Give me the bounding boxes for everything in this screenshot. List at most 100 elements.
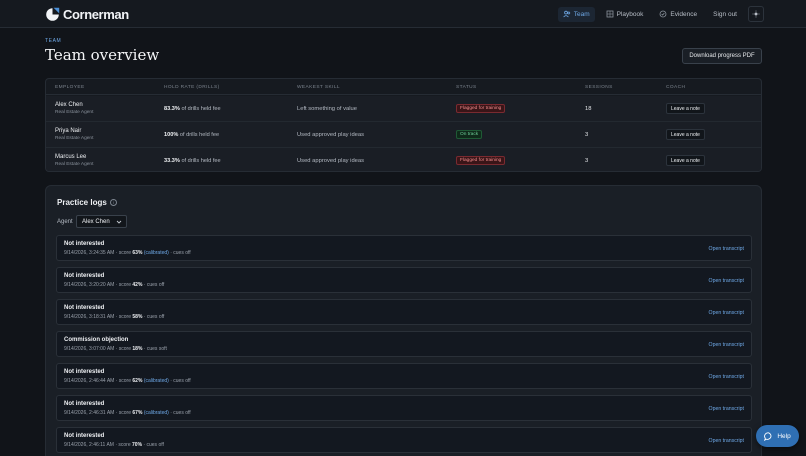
nav-playbook[interactable]: Playbook — [601, 7, 649, 22]
practice-log-timestamp: 9/14/2026, 3:07:00 AM — [64, 346, 115, 352]
practice-log-meta: 9/14/2026, 2:46:44 AM · score 62% (calib… — [64, 378, 191, 384]
open-transcript-link[interactable]: Open transcript — [709, 438, 744, 444]
practice-log-title: Not interested — [64, 401, 105, 407]
practice-log-timestamp: 9/14/2026, 2:46:44 AM — [64, 378, 115, 384]
table-header: EMPLOYEE HOLD RATE (DRILLS) WEAKEST SKIL… — [46, 79, 761, 95]
hold-rate-suffix: of drills held fee — [181, 106, 221, 112]
hold-rate: 100% of drills held fee — [164, 132, 219, 138]
download-progress-pdf-button[interactable]: Download progress PDF — [682, 48, 762, 64]
nav-team[interactable]: Team — [557, 6, 595, 22]
open-transcript-link[interactable]: Open transcript — [709, 406, 744, 412]
practice-log-item: Not interested 9/14/2026, 2:46:31 AM · sc… — [56, 395, 752, 421]
practice-log-cues: cues off — [173, 378, 191, 384]
practice-log-score: 63% — [132, 250, 143, 256]
sign-out-label: Sign out — [713, 10, 737, 18]
score-prefix: score — [118, 250, 132, 256]
open-transcript-link[interactable]: Open transcript — [709, 342, 744, 348]
employee-name: Marcus Lee — [55, 154, 87, 160]
open-transcript-link[interactable]: Open transcript — [709, 310, 744, 316]
weakest-skill: Left something of value — [297, 106, 357, 112]
column-header-hold-rate: HOLD RATE (DRILLS) — [164, 85, 220, 90]
team-icon — [563, 10, 570, 18]
practice-log-title: Not interested — [64, 273, 105, 279]
practice-log-item: Not interested 9/14/2026, 2:46:44 AM · sc… — [56, 363, 752, 389]
practice-log-title: Not interested — [64, 369, 105, 375]
team-table: EMPLOYEE HOLD RATE (DRILLS) WEAKEST SKIL… — [45, 78, 762, 172]
practice-log-score: 58% — [132, 314, 143, 320]
hold-rate-value: 33.3% — [164, 158, 180, 164]
open-transcript-link[interactable]: Open transcript — [709, 246, 744, 252]
practice-log-meta: 9/14/2026, 3:18:31 AM · score 58% · cues… — [64, 314, 165, 320]
practice-log-cues: cues off — [146, 442, 164, 448]
theme-toggle-button[interactable] — [748, 6, 764, 22]
status-badge: Flagged for training — [456, 156, 506, 165]
nav-evidence[interactable]: Evidence — [654, 7, 702, 22]
employee-role: Real Estate Agent — [55, 110, 94, 115]
score-prefix: score — [118, 314, 132, 320]
score-prefix: score — [118, 346, 132, 352]
practice-log-item: Not interested 9/14/2026, 2:46:11 AM · sc… — [56, 427, 752, 453]
column-header-coach: COACH — [666, 85, 686, 90]
practice-log-timestamp: 9/14/2026, 2:46:31 AM — [64, 410, 115, 416]
practice-log-score: 42% — [132, 282, 143, 288]
open-transcript-link[interactable]: Open transcript — [709, 278, 744, 284]
column-header-status: STATUS — [456, 85, 477, 90]
practice-log-title: Not interested — [64, 433, 105, 439]
practice-log-timestamp: 9/14/2026, 2:46:11 AM — [64, 442, 114, 448]
sessions-count: 18 — [585, 106, 592, 112]
nav-team-label: Team — [573, 10, 590, 18]
chat-bubble-icon — [764, 431, 772, 441]
column-header-weakest-skill: WEAKEST SKILL — [297, 85, 340, 90]
sign-out-link[interactable]: Sign out — [708, 7, 742, 22]
weakest-skill: Used approved play ideas — [297, 158, 365, 164]
practice-log-item: Not interested 9/14/2026, 3:20:20 AM · sc… — [56, 267, 752, 293]
leave-note-button[interactable]: Leave a note — [666, 103, 705, 114]
practice-log-meta: 9/14/2026, 3:24:35 AM · score 63% (calib… — [64, 250, 191, 256]
calibrated-tag: (calibrated) — [143, 250, 169, 256]
practice-log-item: Not interested 9/14/2026, 3:18:31 AM · sc… — [56, 299, 752, 325]
practice-log-item: Not interested 9/14/2026, 3:24:35 AM · sc… — [56, 235, 752, 261]
hold-rate: 83.3% of drills held fee — [164, 106, 221, 112]
practice-log-score: 18% — [132, 346, 143, 352]
practice-log-cues: cues off — [173, 250, 191, 256]
weakest-skill: Used approved play ideas — [297, 132, 365, 138]
top-navbar: Cornerman Team Playbook Evidence Sign ou… — [0, 0, 806, 28]
table-row: Marcus Lee Real Estate Agent 33.3% of dr… — [46, 148, 761, 171]
chevron-down-icon — [116, 220, 122, 224]
practice-log-cues: cues off — [146, 314, 165, 320]
table-row: Alex Chen Real Estate Agent 83.3% of dri… — [46, 96, 761, 122]
employee-name: Priya Nair — [55, 128, 82, 134]
practice-log-cues: cues soft — [146, 346, 167, 352]
practice-log-score: 62% — [132, 378, 143, 384]
info-icon[interactable]: i — [109, 199, 117, 206]
page-title: Team overview — [45, 46, 160, 64]
employee-role: Real Estate Agent — [55, 136, 94, 141]
practice-log-meta: 9/14/2026, 3:07:00 AM · score 18% · cues… — [64, 346, 167, 352]
hold-rate-suffix: of drills held fee — [179, 132, 220, 138]
agent-select[interactable]: Alex Chen — [76, 215, 127, 228]
practice-log-cues: cues off — [173, 410, 191, 416]
check-circle-icon — [659, 10, 667, 18]
practice-log-score: 67% — [132, 410, 143, 416]
practice-log-meta: 9/14/2026, 2:46:31 AM · score 67% (calib… — [64, 410, 191, 416]
practice-log-item: Commission objection 9/14/2026, 3:07:00 A… — [56, 331, 752, 357]
status-badge: On track — [456, 130, 483, 139]
practice-log-title: Not interested — [64, 241, 105, 247]
practice-log-title: Not interested — [64, 305, 105, 311]
leave-note-button[interactable]: Leave a note — [666, 129, 705, 140]
open-transcript-link[interactable]: Open transcript — [709, 374, 744, 380]
score-prefix: score — [118, 442, 131, 448]
practice-log-score: 70% — [132, 442, 143, 448]
help-button[interactable]: Help — [756, 425, 799, 447]
logo[interactable]: Cornerman — [45, 5, 129, 23]
table-row: Priya Nair Real Estate Agent 100% of dri… — [46, 122, 761, 148]
practice-log-title: Commission objection — [64, 337, 129, 343]
practice-logs-card: Practice logs i Agent Alex Chen Not inte… — [45, 185, 762, 456]
sessions-count: 3 — [585, 158, 589, 164]
practice-log-meta: 9/14/2026, 2:46:11 AM · score 70% · cues… — [64, 442, 164, 448]
nav-evidence-label: Evidence — [670, 10, 698, 18]
leave-note-button[interactable]: Leave a note — [666, 155, 705, 166]
practice-log-timestamp: 9/14/2026, 3:20:20 AM — [64, 282, 115, 288]
column-header-sessions: SESSIONS — [585, 85, 613, 90]
employee-name: Alex Chen — [55, 102, 83, 108]
